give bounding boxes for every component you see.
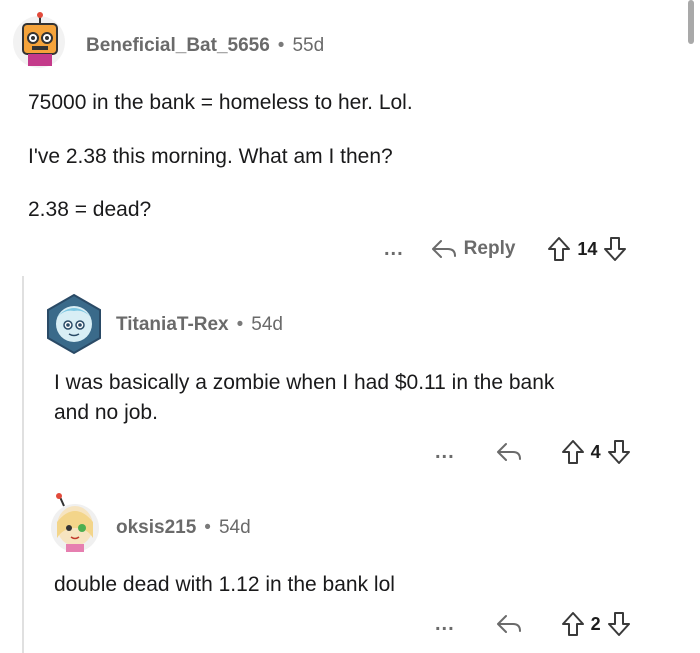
comment-age: 54d bbox=[251, 314, 283, 335]
vote-count: 2 bbox=[590, 613, 601, 634]
comment-age: 54d bbox=[218, 517, 251, 538]
more-options-button[interactable]: ... bbox=[384, 239, 404, 259]
comment-text: 75000 in the bank = homeless to her. Lol… bbox=[28, 91, 413, 114]
more-options-button[interactable]: ... bbox=[435, 442, 455, 462]
hexagon-avatar-icon[interactable] bbox=[43, 293, 105, 355]
comment-age: 55d bbox=[292, 35, 325, 56]
comment-header: Beneficial_Bat_5656 • 55d bbox=[86, 35, 324, 57]
reply-arrow-icon bbox=[495, 613, 523, 635]
girl-avatar-icon[interactable] bbox=[44, 492, 106, 554]
separator-dot: • bbox=[236, 314, 244, 335]
author-name[interactable]: oksis215 bbox=[116, 517, 196, 539]
reply-label: Reply bbox=[463, 238, 516, 259]
comment-text: I was basically a zombie when I had $0.1… bbox=[54, 371, 555, 394]
reply-button[interactable] bbox=[495, 441, 523, 463]
reply-arrow-icon bbox=[495, 441, 523, 463]
vote-controls: 4 bbox=[561, 439, 631, 465]
robot-avatar-icon[interactable] bbox=[8, 8, 70, 70]
comment-actions: ... Reply 14 bbox=[384, 233, 627, 265]
reply-button[interactable] bbox=[495, 613, 523, 635]
separator-dot: • bbox=[204, 517, 211, 538]
vote-controls: 2 bbox=[561, 611, 631, 637]
author-name[interactable]: Beneficial_Bat_5656 bbox=[86, 35, 270, 57]
comment-actions: ... 4 bbox=[435, 436, 631, 468]
reply-button[interactable]: Reply bbox=[430, 238, 516, 260]
comment-text: I've 2.38 this morning. What am I then? bbox=[28, 145, 393, 168]
vote-count: 14 bbox=[577, 238, 598, 259]
upvote-icon[interactable] bbox=[547, 236, 571, 262]
vote-count: 4 bbox=[590, 441, 601, 462]
upvote-icon[interactable] bbox=[561, 611, 585, 637]
upvote-icon[interactable] bbox=[561, 439, 585, 465]
comment-header: TitaniaT-Rex • 54d bbox=[116, 314, 283, 336]
author-name[interactable]: TitaniaT-Rex bbox=[116, 314, 229, 336]
comment-header: oksis215 • 54d bbox=[116, 517, 251, 539]
downvote-icon[interactable] bbox=[603, 236, 627, 262]
downvote-icon[interactable] bbox=[607, 439, 631, 465]
separator-dot: • bbox=[277, 35, 285, 56]
comment-text: 2.38 = dead? bbox=[28, 198, 152, 221]
comment-text: double dead with 1.12 in the bank lol bbox=[54, 573, 395, 596]
scrollbar[interactable] bbox=[688, 0, 694, 44]
comment-actions: ... 2 bbox=[435, 608, 631, 640]
reply-arrow-icon bbox=[430, 238, 458, 260]
downvote-icon[interactable] bbox=[607, 611, 631, 637]
thread-line[interactable] bbox=[22, 276, 24, 653]
comment-text: and no job. bbox=[54, 401, 158, 424]
vote-controls: 14 bbox=[547, 236, 627, 262]
more-options-button[interactable]: ... bbox=[435, 614, 455, 634]
